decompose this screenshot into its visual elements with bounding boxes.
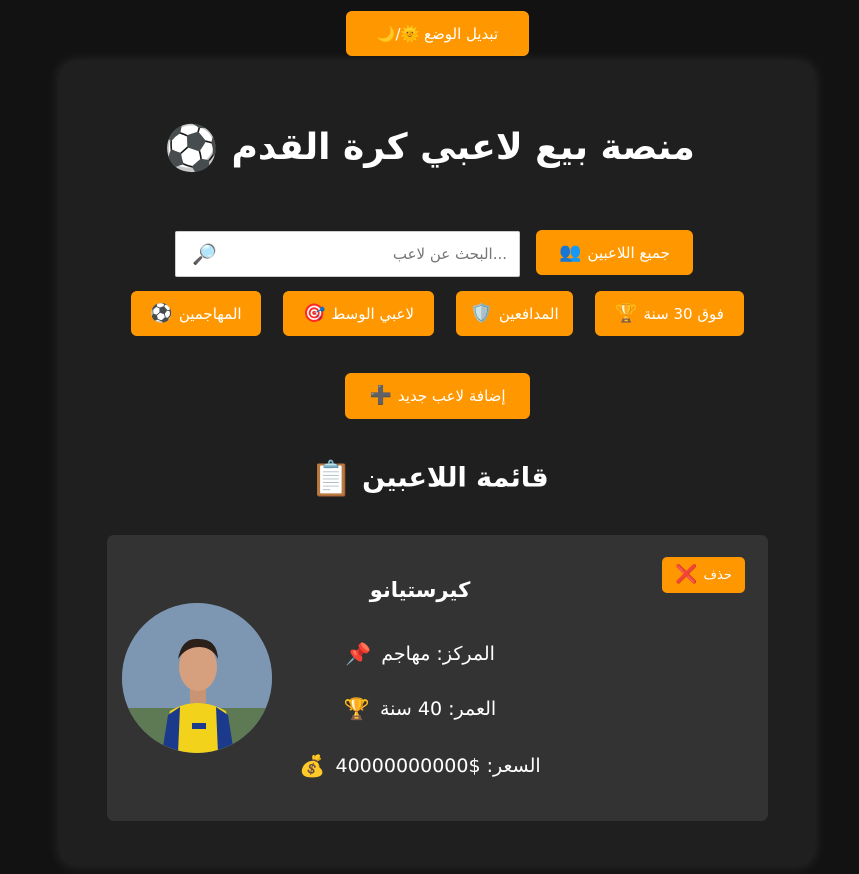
defenders-filter-button[interactable]: المدافعين 🛡️ bbox=[456, 291, 573, 336]
delete-label: حذف bbox=[703, 567, 732, 583]
player-age: العمر: 40 سنة 🏆 bbox=[260, 698, 580, 720]
soccer-ball-icon: ⚽ bbox=[150, 302, 173, 324]
midfielders-filter-button[interactable]: لاعبي الوسط 🎯 bbox=[283, 291, 434, 336]
over-30-label: فوق 30 سنة bbox=[643, 304, 724, 323]
player-price-text: السعر: $40000000000 bbox=[335, 755, 541, 777]
users-icon: 👥 bbox=[559, 241, 582, 263]
trophy-icon: 🏆 bbox=[343, 697, 370, 721]
all-players-button[interactable]: جميع اللاعبين 👥 bbox=[536, 230, 693, 275]
player-position: المركز: مهاجم 📌 bbox=[260, 643, 580, 665]
money-bag-icon: 💰 bbox=[299, 754, 326, 778]
trophy-icon: 🏆 bbox=[615, 302, 638, 324]
theme-toggle-button[interactable]: تبديل الوضع 🌞/🌙 bbox=[346, 11, 529, 56]
soccer-ball-icon: ⚽ bbox=[164, 123, 219, 174]
player-price: السعر: $40000000000 💰 bbox=[260, 755, 580, 777]
players-list-title: قائمة اللاعبين 📋 bbox=[0, 462, 859, 496]
page-title: منصة بيع لاعبي كرة القدم ⚽ bbox=[0, 127, 859, 171]
delete-player-button[interactable]: حذف ❌ bbox=[662, 557, 745, 593]
page-title-text: منصة بيع لاعبي كرة القدم bbox=[231, 127, 695, 168]
defenders-label: المدافعين bbox=[498, 304, 559, 323]
search-box[interactable]: 🔎 bbox=[175, 231, 520, 277]
add-player-button[interactable]: إضافة لاعب جديد ➕ bbox=[345, 373, 530, 419]
forwards-filter-button[interactable]: المهاجمين ⚽ bbox=[131, 291, 261, 336]
theme-toggle-label: تبديل الوضع 🌞/🌙 bbox=[376, 24, 499, 43]
clipboard-icon: 📋 bbox=[310, 459, 353, 499]
player-name: كيرستيانو bbox=[369, 578, 471, 602]
over-30-filter-button[interactable]: فوق 30 سنة 🏆 bbox=[595, 291, 744, 336]
player-photo bbox=[122, 603, 272, 753]
add-player-label: إضافة لاعب جديد bbox=[397, 387, 506, 405]
all-players-label: جميع اللاعبين bbox=[587, 243, 670, 262]
midfielders-label: لاعبي الوسط bbox=[331, 304, 415, 323]
player-age-text: العمر: 40 سنة bbox=[379, 698, 497, 720]
player-position-text: المركز: مهاجم bbox=[381, 643, 495, 665]
cross-mark-icon: ❌ bbox=[675, 564, 698, 585]
search-input[interactable] bbox=[216, 244, 509, 264]
target-icon: 🎯 bbox=[302, 302, 326, 324]
pushpin-icon: 📌 bbox=[345, 642, 372, 666]
forwards-label: المهاجمين bbox=[178, 304, 242, 323]
shield-icon: 🛡️ bbox=[470, 302, 493, 324]
players-list-title-text: قائمة اللاعبين bbox=[362, 462, 549, 494]
plus-icon: ➕ bbox=[369, 385, 392, 406]
player-avatar bbox=[122, 603, 272, 753]
search-icon: 🔎 bbox=[192, 242, 217, 266]
